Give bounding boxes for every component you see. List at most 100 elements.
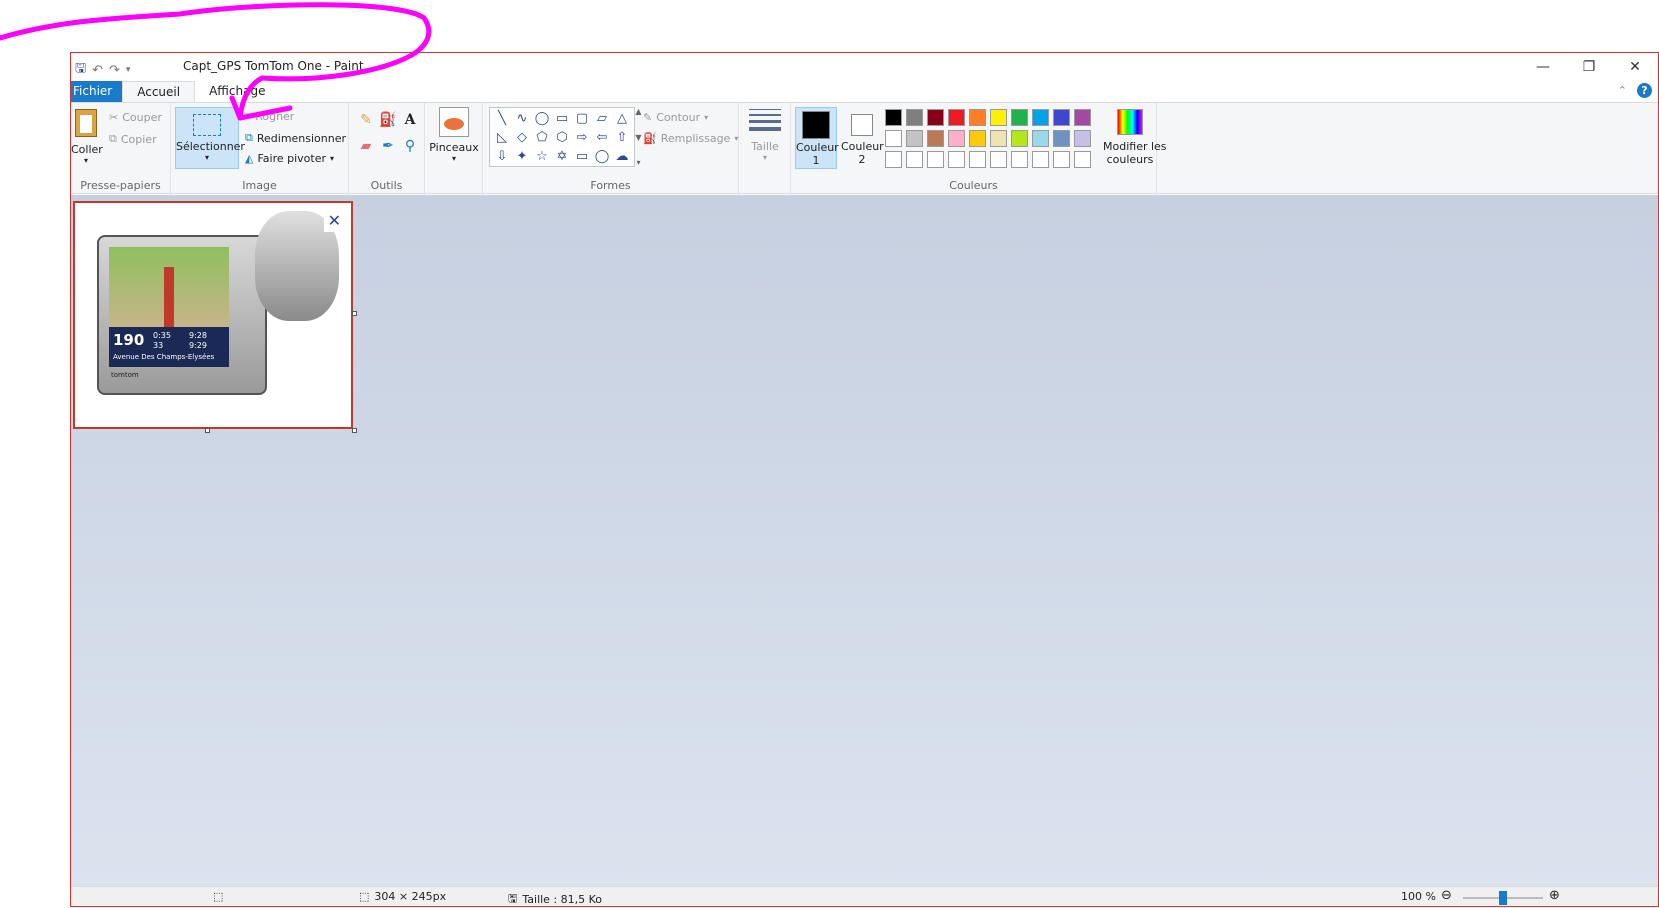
- color-swatch[interactable]: [1011, 109, 1028, 126]
- color1-number: 1: [812, 154, 820, 167]
- color1-swatch: [802, 111, 830, 139]
- color-swatch[interactable]: [1074, 151, 1091, 168]
- resize-label: Redimensionner: [256, 131, 347, 145]
- resize-button[interactable]: ⧉ Redimensionner: [245, 131, 346, 145]
- eraser-icon[interactable]: ▰: [357, 137, 375, 155]
- fill-button[interactable]: ⛽ Remplissage ▾: [643, 132, 738, 145]
- crop-button[interactable]: ⌗ Rogner: [245, 109, 294, 123]
- canvas-image[interactable]: 190 0:35 33 9:28 9:29 Avenue Des Champs-…: [73, 201, 353, 429]
- tab-home[interactable]: Accueil: [122, 81, 196, 103]
- brushes-group: Pinceaux ▾: [425, 103, 483, 195]
- collapse-ribbon-icon[interactable]: ⌃: [1618, 84, 1627, 97]
- edit-colors-button[interactable]: Modifier les couleurs: [1103, 109, 1167, 166]
- shape-item[interactable]: ∿: [512, 109, 532, 128]
- fill-bucket-icon[interactable]: ⛽: [379, 111, 397, 129]
- color-swatch[interactable]: [927, 151, 944, 168]
- select-button[interactable]: Sélectionner ▾: [175, 107, 245, 169]
- color-swatch[interactable]: [969, 151, 986, 168]
- color-swatch[interactable]: [990, 130, 1007, 147]
- save-icon[interactable]: 🖫: [75, 59, 86, 81]
- color-swatch[interactable]: [885, 109, 902, 126]
- color-swatch[interactable]: [948, 151, 965, 168]
- shape-item[interactable]: ☁: [612, 147, 632, 166]
- resize-handle-bottom[interactable]: [205, 428, 210, 433]
- color-swatch[interactable]: [906, 151, 923, 168]
- color-swatch[interactable]: [885, 151, 902, 168]
- color-swatch[interactable]: [1032, 151, 1049, 168]
- color-swatch[interactable]: [1053, 109, 1070, 126]
- color-swatch[interactable]: [948, 109, 965, 126]
- color-swatch[interactable]: [927, 109, 944, 126]
- ribbon: Coller ▾ ✂ Couper ⧉ Copier Presse-papiers …: [71, 102, 1658, 195]
- customize-qat-icon[interactable]: ▾: [126, 65, 131, 75]
- shape-item[interactable]: ⇩: [492, 147, 512, 166]
- shape-item[interactable]: ▱: [592, 109, 612, 128]
- shape-item[interactable]: ✦: [512, 147, 532, 166]
- shape-item[interactable]: ▭: [572, 147, 592, 166]
- zoom-in-button[interactable]: ⊕: [1549, 888, 1560, 903]
- color-swatch[interactable]: [969, 109, 986, 126]
- rotate-button[interactable]: ◭ Faire pivoter ▾: [245, 152, 334, 165]
- paste-button[interactable]: Coller ▾: [71, 109, 103, 165]
- shape-item[interactable]: ⇨: [572, 128, 592, 147]
- color-swatch[interactable]: [990, 151, 1007, 168]
- tab-file[interactable]: Fichier: [71, 81, 123, 103]
- shape-item[interactable]: ◇: [512, 128, 532, 147]
- pencil-icon[interactable]: ✎: [357, 111, 375, 129]
- colors-group-label: Couleurs: [949, 179, 998, 192]
- color1-button[interactable]: Couleur 1: [795, 107, 839, 169]
- help-icon[interactable]: ?: [1637, 83, 1652, 98]
- brushes-button[interactable]: Pinceaux ▾: [429, 107, 479, 163]
- color-swatch[interactable]: [906, 109, 923, 126]
- magnifier-icon[interactable]: ⚲: [401, 137, 419, 155]
- minimize-button[interactable]: —: [1520, 53, 1566, 81]
- color-swatch[interactable]: [1011, 130, 1028, 147]
- shape-item[interactable]: ✡: [552, 147, 572, 166]
- shape-item[interactable]: ▭: [552, 109, 572, 128]
- color-swatch[interactable]: [1032, 109, 1049, 126]
- color-swatch[interactable]: [990, 109, 1007, 126]
- color-swatch[interactable]: [1074, 109, 1091, 126]
- close-button[interactable]: ✕: [1612, 53, 1658, 81]
- color-swatch[interactable]: [906, 130, 923, 147]
- redo-icon[interactable]: ↷: [109, 63, 120, 78]
- paint-window: 🖫 ↶ ↷ ▾ Capt_GPS TomTom One - Paint — ❐ …: [70, 52, 1659, 907]
- color-swatch[interactable]: [948, 130, 965, 147]
- shape-item[interactable]: ◺: [492, 128, 512, 147]
- shape-item[interactable]: ▢: [572, 109, 592, 128]
- shape-item[interactable]: ◯: [532, 109, 552, 128]
- shape-item[interactable]: ⬡: [552, 128, 572, 147]
- color-swatch[interactable]: [927, 130, 944, 147]
- shape-item[interactable]: ╲: [492, 109, 512, 128]
- outline-button[interactable]: ✎ Contour ▾: [643, 111, 708, 124]
- cut-button[interactable]: ✂ Couper: [109, 111, 162, 124]
- color-swatch[interactable]: [1011, 151, 1028, 168]
- shape-item[interactable]: ◯: [592, 147, 612, 166]
- shape-item[interactable]: ☆: [532, 147, 552, 166]
- shape-item[interactable]: ⇧: [612, 128, 632, 147]
- color2-button[interactable]: Couleur 2: [841, 107, 884, 169]
- undo-icon[interactable]: ↶: [92, 63, 103, 78]
- copy-button[interactable]: ⧉ Copier: [109, 132, 157, 146]
- resize-handle-right[interactable]: [352, 311, 357, 316]
- color-picker-icon[interactable]: ✒: [379, 137, 397, 155]
- color-swatch[interactable]: [1053, 151, 1070, 168]
- color-swatch[interactable]: [1074, 130, 1091, 147]
- text-icon[interactable]: A: [401, 111, 419, 129]
- shape-item[interactable]: ⇦: [592, 128, 612, 147]
- color-swatch[interactable]: [1053, 130, 1070, 147]
- tab-view[interactable]: Affichage: [195, 81, 279, 103]
- zoom-out-button[interactable]: ⊖: [1441, 888, 1452, 903]
- restore-button[interactable]: ❐: [1566, 53, 1612, 81]
- resize-handle-corner[interactable]: [352, 428, 357, 433]
- shape-item[interactable]: △: [612, 109, 632, 128]
- shapes-gallery[interactable]: ╲ ∿ ◯ ▭ ▢ ▱ △ ◺ ◇ ⬠ ⬡ ⇨ ⇦ ⇧ ⇩ ✦ ☆ ✡ ▭ ◯ ☁: [489, 107, 635, 167]
- canvas-area[interactable]: 190 0:35 33 9:28 9:29 Avenue Des Champs-…: [71, 195, 1658, 888]
- color-swatch[interactable]: [1032, 130, 1049, 147]
- close-icon[interactable]: ✕: [323, 209, 345, 232]
- shape-item[interactable]: ⬠: [532, 128, 552, 147]
- size-button[interactable]: Taille ▾: [743, 109, 787, 162]
- color-swatch[interactable]: [885, 130, 902, 147]
- color-swatch[interactable]: [969, 130, 986, 147]
- zoom-slider-thumb[interactable]: [1499, 891, 1507, 905]
